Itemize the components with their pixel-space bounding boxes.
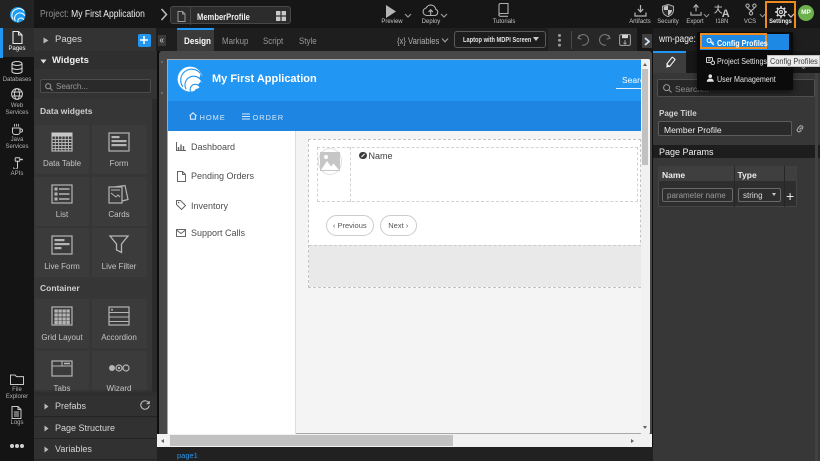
svg-text:A: A: [722, 8, 730, 17]
